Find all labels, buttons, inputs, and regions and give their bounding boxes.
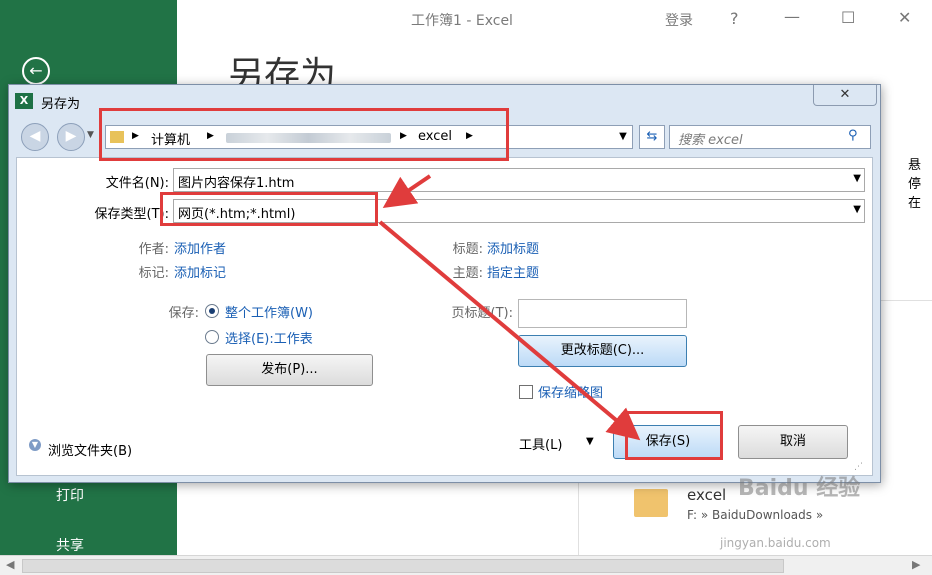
watermark-logo: Baidu 经验 <box>738 476 861 501</box>
annotation-arrow <box>382 174 432 208</box>
annotation-arrow <box>378 220 641 441</box>
watermark-url: jingyan.baidu.com <box>720 536 831 550</box>
